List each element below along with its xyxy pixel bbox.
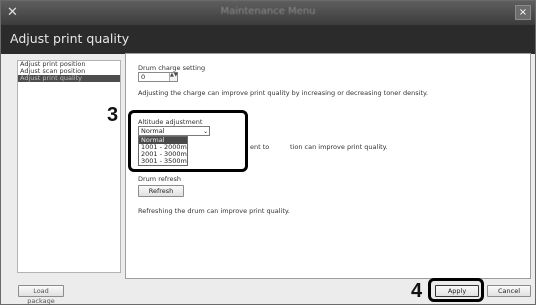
drum-refresh-label: Drum refresh xyxy=(138,175,182,183)
page-header: Adjust print quality xyxy=(1,25,535,54)
refresh-button[interactable]: Refresh xyxy=(138,185,184,197)
drum-charge-spinner[interactable]: 0 ▲▼ xyxy=(138,72,178,82)
window-title: Maintenance Menu xyxy=(220,6,316,17)
nav-item-adjust-print-quality[interactable]: Adjust print quality xyxy=(18,75,120,82)
drum-refresh-description: Refreshing the drum can improve print qu… xyxy=(138,207,290,215)
title-bar: ✕ Maintenance Menu × xyxy=(1,1,535,25)
step-3-callout: 3 xyxy=(107,104,119,126)
spinner-arrows-icon[interactable]: ▲▼ xyxy=(169,73,178,81)
drum-charge-description: Adjusting the charge can improve print q… xyxy=(138,89,428,97)
drum-charge-value[interactable]: 0 xyxy=(141,73,145,82)
altitude-description: tion can improve print quality. xyxy=(290,143,388,151)
cancel-button[interactable]: Cancel xyxy=(487,285,531,297)
apply-callout-box xyxy=(428,278,484,302)
load-package-button[interactable]: Load package xyxy=(18,285,64,305)
altitude-description-fragment: ent to xyxy=(250,143,270,151)
page-title: Adjust print quality xyxy=(10,31,130,46)
close-button[interactable]: × xyxy=(515,5,531,20)
maintenance-window: ✕ Maintenance Menu × Adjust print qualit… xyxy=(0,0,536,305)
settings-nav-list[interactable]: Adjust print position Adjust scan positi… xyxy=(17,60,121,273)
altitude-callout-box xyxy=(128,110,248,172)
drum-charge-label: Drum charge setting xyxy=(138,64,206,72)
step-4-callout: 4 xyxy=(411,280,423,302)
